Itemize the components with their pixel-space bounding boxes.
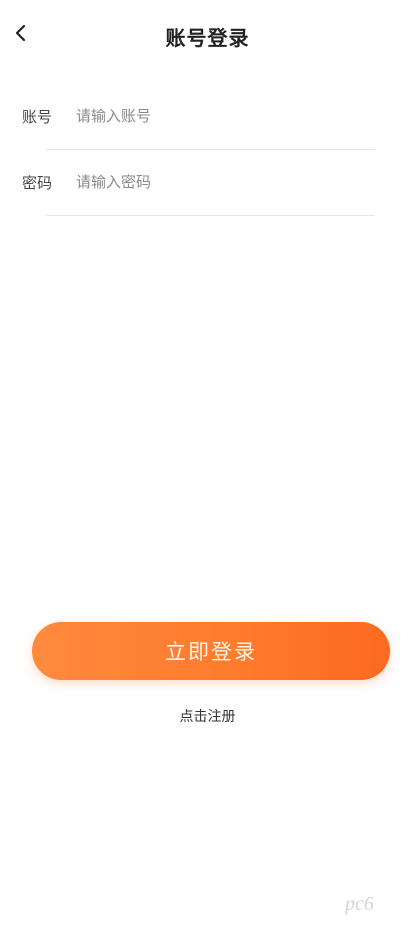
password-input[interactable] xyxy=(76,164,366,200)
login-screen: 账号登录 账号 密码 立即登录 点击注册 pc6 xyxy=(0,0,415,927)
account-input[interactable] xyxy=(76,98,366,134)
account-label: 账号 xyxy=(22,108,53,126)
login-button[interactable]: 立即登录 xyxy=(32,622,390,680)
register-link[interactable]: 点击注册 xyxy=(0,706,415,726)
account-row: 账号 xyxy=(22,84,375,150)
page-title: 账号登录 xyxy=(165,26,250,50)
svg-text:pc6: pc6 xyxy=(345,893,374,915)
password-divider xyxy=(46,215,375,216)
pc6-watermark-icon: pc6 xyxy=(345,893,374,915)
password-label: 密码 xyxy=(22,174,53,192)
password-row: 密码 xyxy=(22,150,375,216)
watermark-logo: pc6 xyxy=(345,891,401,917)
nav-bar: 账号登录 xyxy=(0,0,415,72)
